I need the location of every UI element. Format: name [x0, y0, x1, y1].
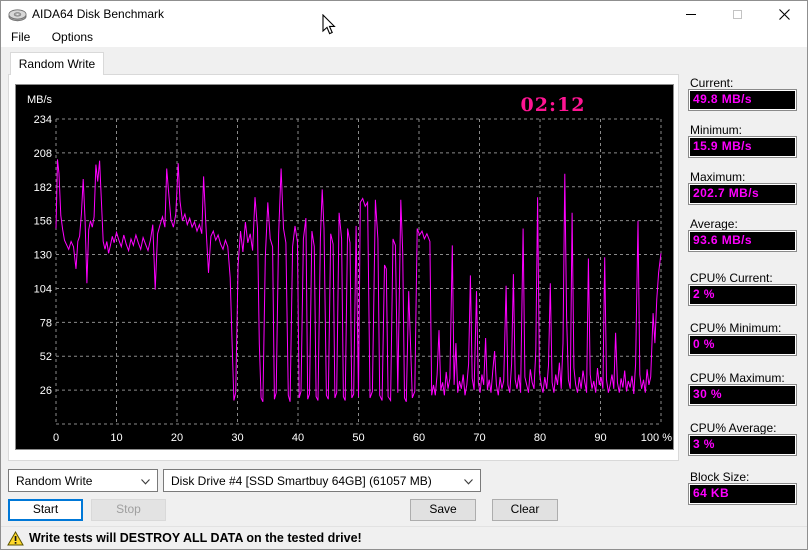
stat-value-5: 0 % [690, 336, 795, 354]
menu-file[interactable]: File [2, 28, 39, 47]
warning-icon [7, 530, 24, 545]
x-tick-label: 10 [110, 432, 122, 444]
clear-button[interactable]: Clear [492, 499, 558, 521]
drive-select-value: Disk Drive #4 [SSD Smartbuy 64GB] (61057… [171, 474, 432, 488]
chevron-down-icon [464, 479, 473, 485]
stat-value-box-0: 49.8 MB/s [688, 89, 797, 111]
mouse-cursor [322, 14, 336, 35]
y-tick-label: 26 [40, 385, 52, 397]
maximize-icon [732, 10, 742, 19]
benchmark-chart: MB/s 234 208 182 156 130 104 78 52 26 0 10 20 30 40 50 6… [15, 84, 674, 450]
minimize-icon [686, 14, 696, 15]
tab-label: Random Write [18, 57, 96, 71]
y-tick-label: 234 [34, 114, 52, 126]
app-disk-icon [8, 9, 27, 22]
x-tick-label: 30 [231, 432, 243, 444]
drive-select[interactable]: Disk Drive #4 [SSD Smartbuy 64GB] (61057… [163, 469, 481, 492]
benchmark-series-line [55, 159, 662, 403]
x-tick-label: 100 % [641, 432, 672, 444]
stat-value-box-3: 93.6 MB/s [688, 230, 797, 252]
status-warning-text: Write tests will DESTROY ALL DATA on the… [29, 531, 362, 545]
stat-label-5: CPU% Minimum: [690, 321, 782, 335]
stat-value-box-2: 202.7 MB/s [688, 183, 797, 205]
stat-value-box-4: 2 % [688, 284, 797, 306]
stat-value-2: 202.7 MB/s [690, 185, 795, 203]
title-bar: AIDA64 Disk Benchmark [1, 1, 807, 28]
stop-button: Stop [91, 499, 166, 521]
status-bar: Write tests will DESTROY ALL DATA on the… [1, 526, 807, 549]
x-tick-label: 70 [473, 432, 485, 444]
stat-value-1: 15.9 MB/s [690, 138, 795, 156]
close-icon [778, 9, 790, 20]
save-button[interactable]: Save [410, 499, 476, 521]
x-tick-label: 20 [171, 432, 183, 444]
y-axis-unit: MB/s [27, 94, 53, 106]
y-tick-label: 130 [34, 250, 52, 262]
menu-options[interactable]: Options [43, 28, 102, 47]
app-window: AIDA64 Disk Benchmark File Options Rando… [0, 0, 808, 550]
window-title: AIDA64 Disk Benchmark [32, 7, 165, 21]
stat-label-4: CPU% Current: [690, 271, 773, 285]
stat-label-2: Maximum: [690, 170, 746, 184]
test-type-value: Random Write [16, 474, 93, 488]
stat-value-box-8: 64 KB [688, 483, 797, 505]
y-tick-label: 78 [40, 317, 52, 329]
stat-value-8: 64 KB [690, 485, 795, 503]
stat-value-3: 93.6 MB/s [690, 232, 795, 250]
benchmark-chart-svg: MB/s 234 208 182 156 130 104 78 52 26 0 10 20 30 40 50 6… [27, 94, 672, 444]
tab-random-write[interactable]: Random Write [10, 52, 104, 75]
x-tick-label: 40 [292, 432, 304, 444]
y-tick-label: 156 [34, 216, 52, 228]
y-tick-label: 52 [40, 351, 52, 363]
stat-value-box-1: 15.9 MB/s [688, 136, 797, 158]
chevron-down-icon [141, 479, 150, 485]
stat-label-8: Block Size: [690, 470, 750, 484]
stat-value-6: 30 % [690, 386, 795, 404]
elapsed-timer: 02:12 [521, 94, 586, 116]
x-tick-label: 50 [352, 432, 364, 444]
stat-value-7: 3 % [690, 436, 795, 454]
start-button[interactable]: Start [8, 499, 83, 521]
y-tick-label: 182 [34, 182, 52, 194]
stat-label-0: Current: [690, 76, 734, 90]
close-button[interactable] [761, 1, 807, 28]
tab-panel: MB/s 234 208 182 156 130 104 78 52 26 0 10 20 30 40 50 6… [8, 74, 679, 461]
maximize-button[interactable] [714, 1, 760, 28]
stat-label-6: CPU% Maximum: [690, 371, 785, 385]
stat-value-box-7: 3 % [688, 434, 797, 456]
minimize-button[interactable] [668, 1, 714, 28]
stat-label-7: CPU% Average: [690, 421, 777, 435]
stat-value-4: 2 % [690, 286, 795, 304]
y-tick-label: 104 [34, 283, 52, 295]
y-tick-label: 208 [34, 148, 52, 160]
test-type-select[interactable]: Random Write [8, 469, 158, 492]
x-tick-label: 90 [594, 432, 606, 444]
menu-bar: File Options [1, 28, 807, 47]
stat-label-3: Average: [690, 217, 738, 231]
stat-value-0: 49.8 MB/s [690, 91, 795, 109]
stat-value-box-5: 0 % [688, 334, 797, 356]
x-tick-label: 60 [413, 432, 425, 444]
x-tick-label: 80 [534, 432, 546, 444]
x-tick-label: 0 [53, 432, 59, 444]
stat-label-1: Minimum: [690, 123, 743, 137]
stat-value-box-6: 30 % [688, 384, 797, 406]
